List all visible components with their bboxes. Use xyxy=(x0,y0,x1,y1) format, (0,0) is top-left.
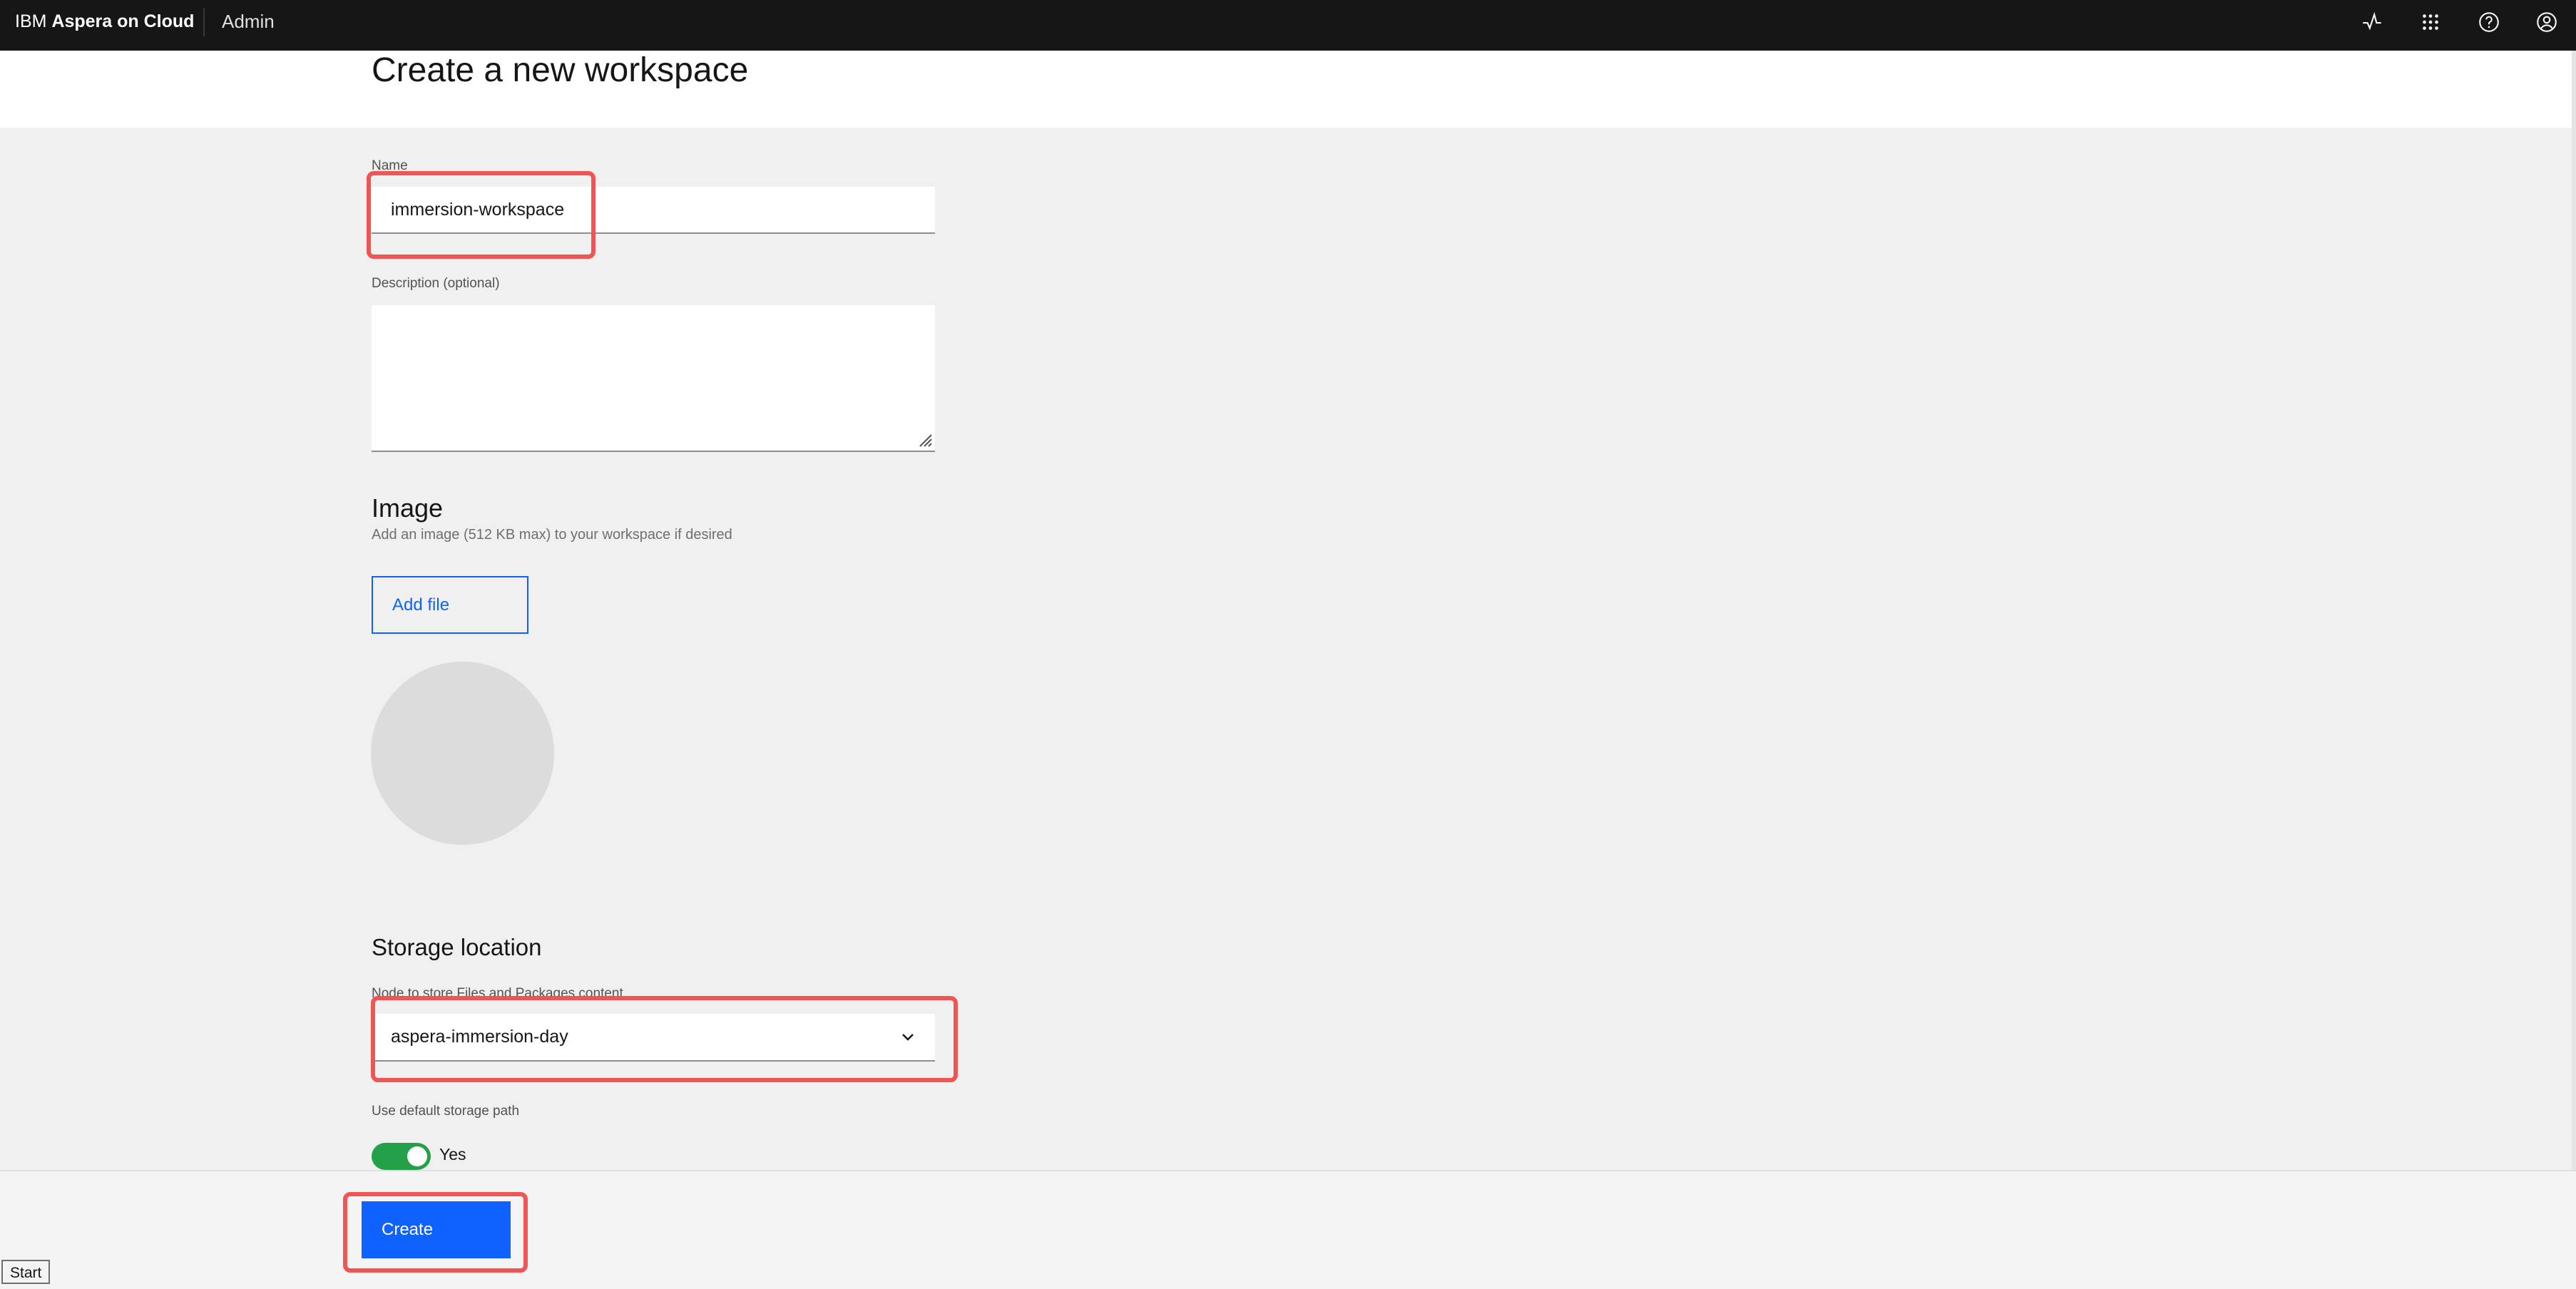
toggle-knob xyxy=(407,1146,427,1166)
activity-icon[interactable] xyxy=(2357,7,2387,37)
brand-logo[interactable]: IBM Aspera on Cloud xyxy=(15,0,194,43)
user-avatar-icon[interactable] xyxy=(2532,7,2562,37)
storage-section-heading: Storage location xyxy=(372,934,542,960)
annotation-highlight-create xyxy=(343,1192,528,1273)
scrollbar[interactable] xyxy=(2572,51,2576,1173)
resize-handle-icon[interactable] xyxy=(916,431,933,448)
default-path-label: Use default storage path xyxy=(372,1104,520,1119)
start-button[interactable]: Start xyxy=(1,1260,51,1284)
brand-name: Aspera on Cloud xyxy=(51,11,195,31)
annotation-highlight-name xyxy=(367,171,596,259)
annotation-highlight-storage xyxy=(371,996,958,1082)
image-helper-text: Add an image (512 KB max) to your worksp… xyxy=(372,527,732,543)
brand-prefix: IBM xyxy=(15,11,52,31)
workspace-image-placeholder xyxy=(371,662,554,845)
header-divider xyxy=(203,8,205,36)
help-icon[interactable] xyxy=(2474,7,2504,37)
default-path-toggle[interactable] xyxy=(372,1143,431,1170)
page-header: Create a new workspace xyxy=(0,51,2576,128)
toggle-state-label: Yes xyxy=(439,1145,466,1164)
add-file-button[interactable]: Add file xyxy=(372,576,528,634)
image-section-heading: Image xyxy=(372,493,444,523)
top-navigation-bar: IBM Aspera on Cloud Admin xyxy=(0,0,2576,51)
description-textarea[interactable] xyxy=(372,305,935,452)
app-switcher-icon[interactable] xyxy=(2416,7,2445,37)
description-label: Description (optional) xyxy=(372,276,500,291)
page-title: Create a new workspace xyxy=(372,51,749,89)
admin-link[interactable]: Admin xyxy=(222,0,275,43)
